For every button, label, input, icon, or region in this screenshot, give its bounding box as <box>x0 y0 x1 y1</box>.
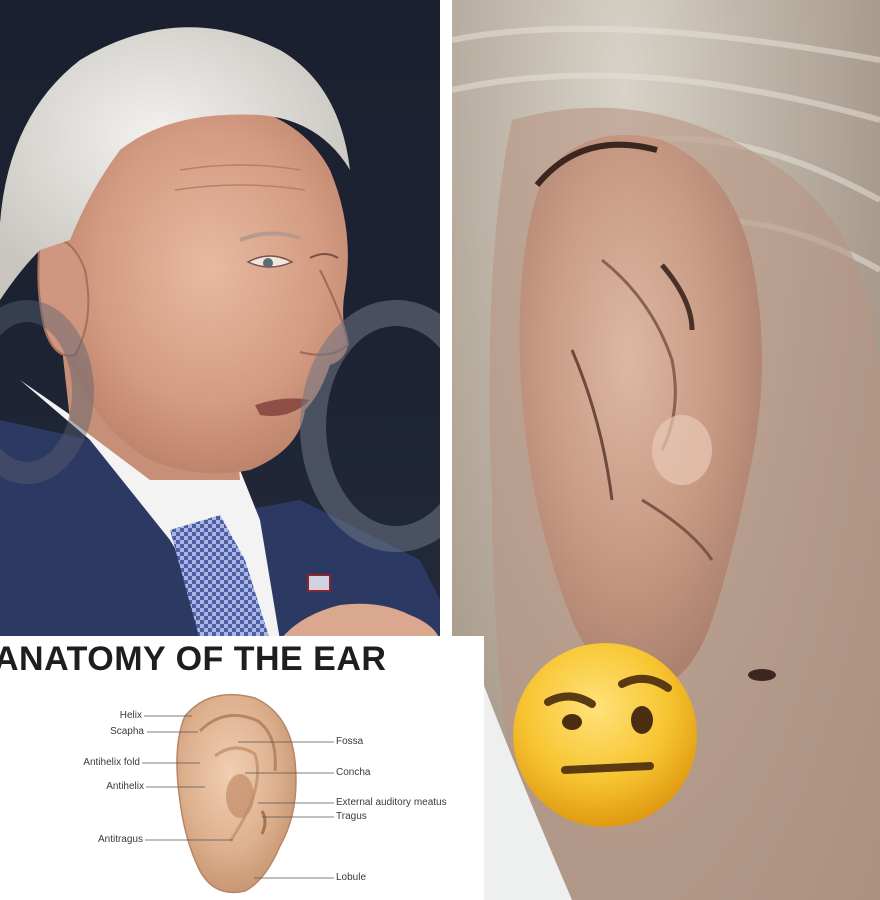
label-helix: Helix <box>119 710 142 721</box>
face-with-raised-eyebrow-emoji <box>513 643 697 827</box>
label-antitragus: Antitragus <box>97 834 143 845</box>
label-antihelix-fold: Antihelix fold <box>83 757 140 768</box>
label-antihelix: Antihelix <box>106 781 144 792</box>
label-lobule: Lobule <box>336 872 367 883</box>
anatomy-panel: ANATOMY OF THE EAR Helix Scapha Antiheli… <box>0 636 484 900</box>
label-fossa: Fossa <box>336 736 364 747</box>
label-external-auditory-meatus: External auditory meatus <box>336 797 447 808</box>
ear-diagram <box>142 693 334 894</box>
label-scapha: Scapha <box>110 726 144 737</box>
left-photo <box>0 0 440 640</box>
ear-mark <box>748 669 776 681</box>
flag-pin <box>307 574 331 592</box>
divider <box>440 0 452 640</box>
label-concha: Concha <box>336 767 371 778</box>
label-tragus: Tragus <box>336 811 367 822</box>
